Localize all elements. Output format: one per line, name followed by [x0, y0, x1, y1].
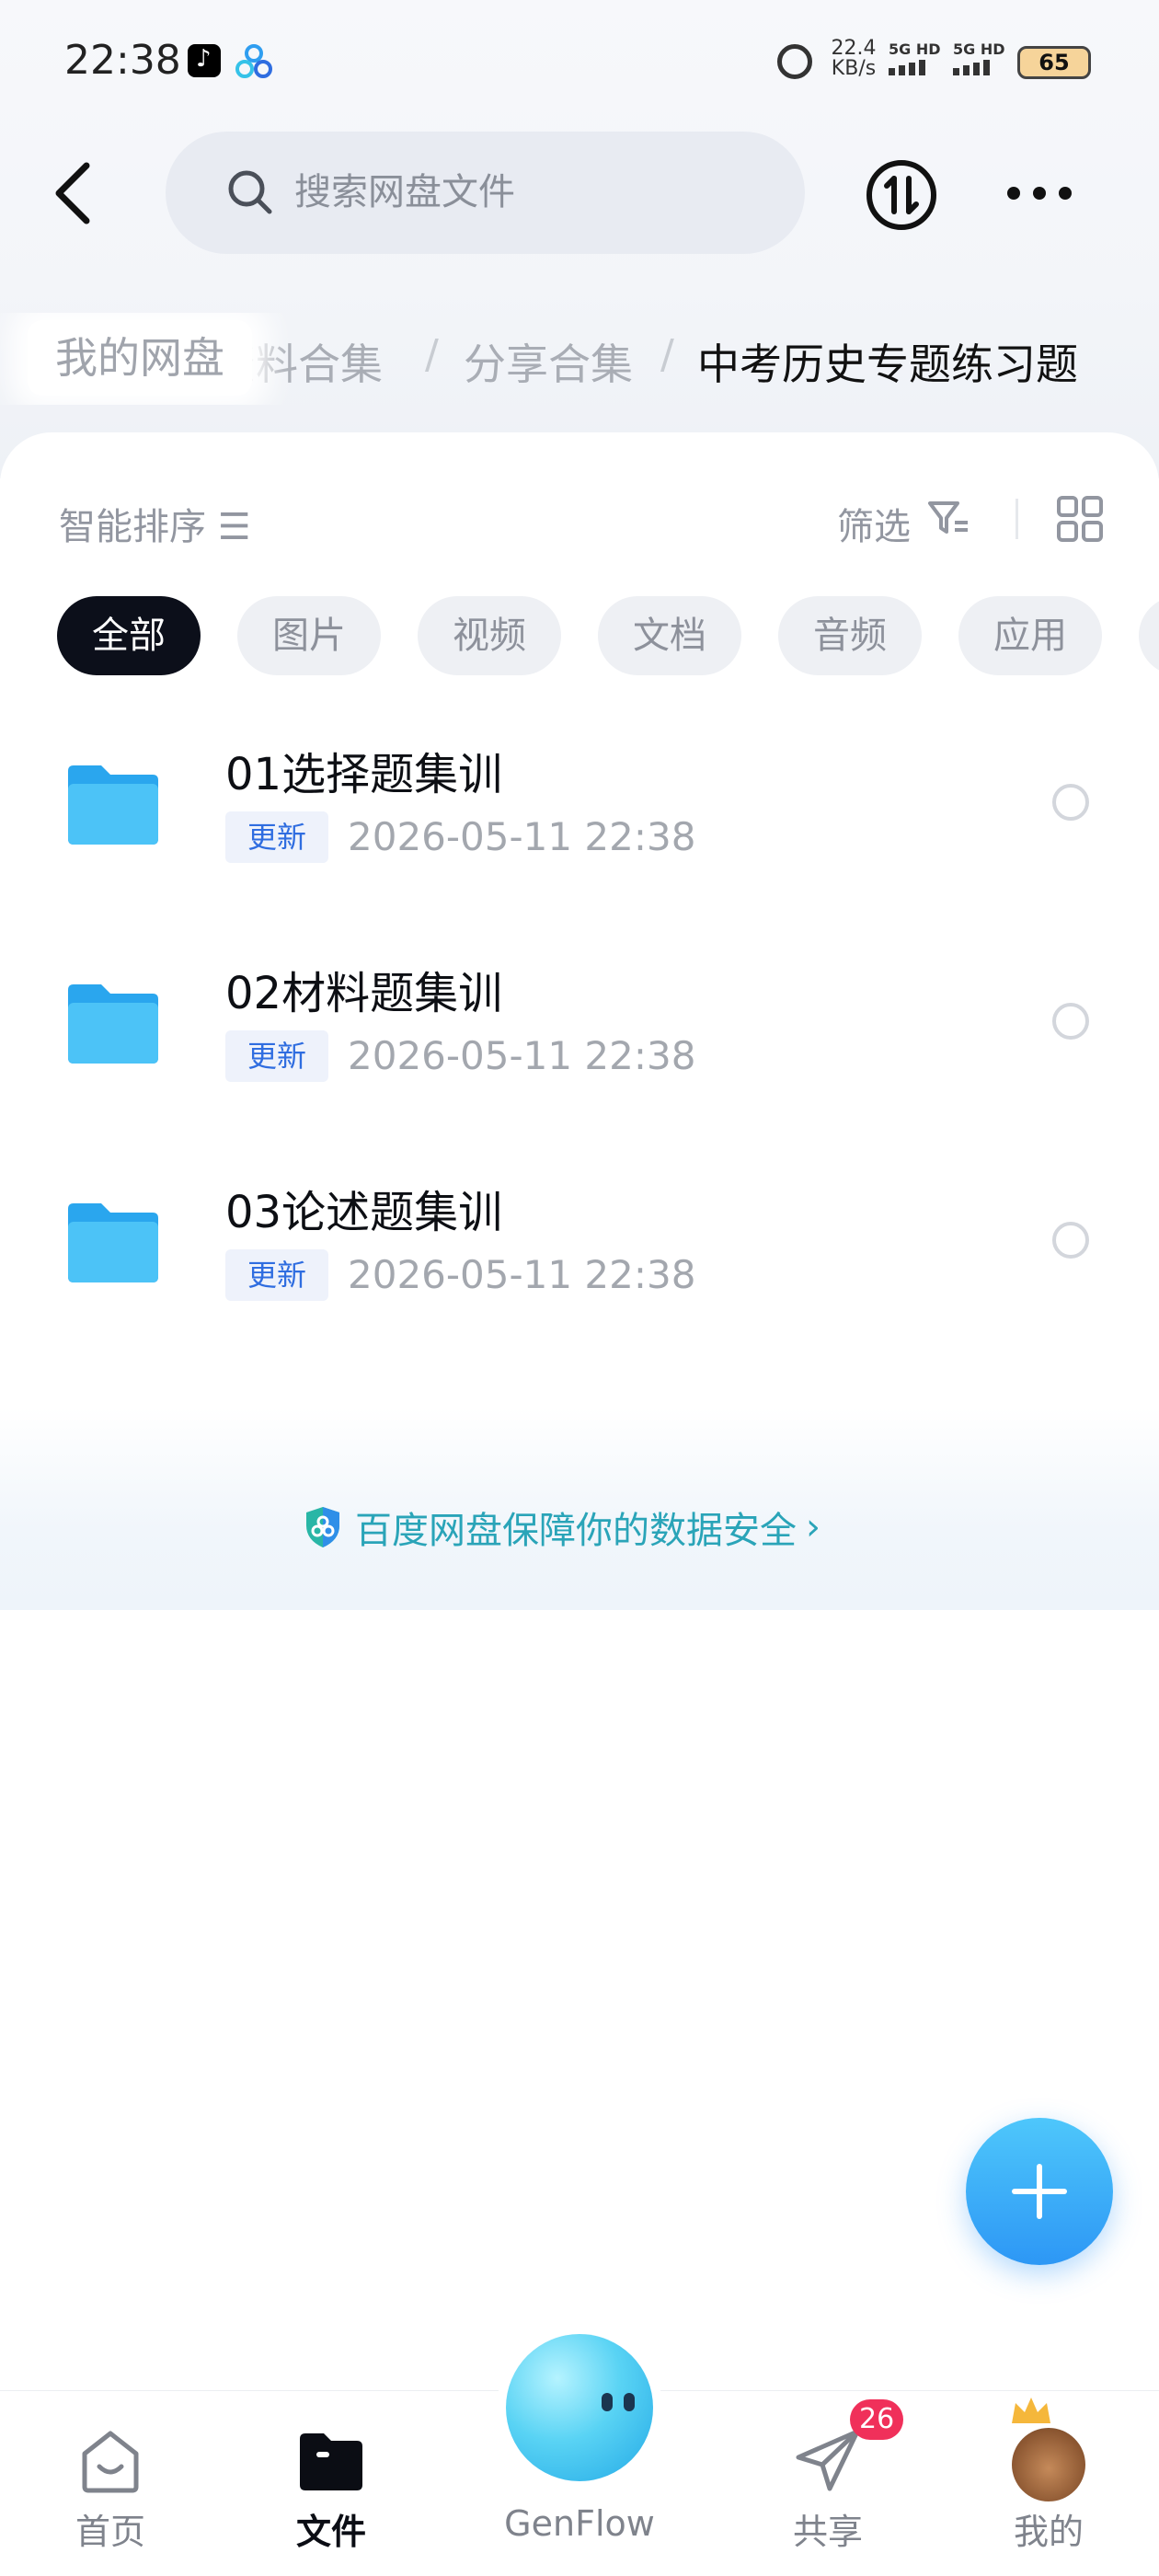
- file-row[interactable]: 01选择题集训 更新 2026-05-11 22:38: [0, 727, 1159, 911]
- nav-label: 我的: [1013, 2512, 1084, 2552]
- net-speed-unit: KB/s: [831, 57, 877, 80]
- search-box[interactable]: 搜索网盘文件: [166, 132, 805, 254]
- back-button[interactable]: [46, 156, 101, 230]
- grid-view-icon[interactable]: [1056, 495, 1104, 543]
- select-radio[interactable]: [1052, 784, 1089, 821]
- filter-chips: 全部 图片 视频 文档 音频 应用: [57, 596, 1159, 675]
- file-date: 2026-05-11 22:38: [348, 1252, 696, 1297]
- breadcrumb: 资料合集 / 分享合集 / 中考历史专题练习题 我的网盘: [0, 313, 1159, 405]
- nav-label: 首页: [75, 2512, 145, 2552]
- genflow-button[interactable]: [497, 2325, 662, 2490]
- file-date: 2026-05-11 22:38: [348, 814, 696, 859]
- net-speed-value: 22.4: [831, 37, 877, 60]
- chip-more[interactable]: [1139, 596, 1159, 675]
- filter-button[interactable]: 筛选: [837, 497, 911, 550]
- battery-indicator: 65: [1017, 46, 1091, 79]
- chevron-right-icon: ›: [806, 1506, 820, 1548]
- breadcrumb-current: 中考历史专题练习题: [697, 339, 1078, 389]
- breadcrumb-home[interactable]: 我的网盘: [28, 320, 252, 396]
- select-radio[interactable]: [1052, 1222, 1089, 1259]
- sim2-label: 5G HD: [953, 40, 1005, 58]
- net-speed: 22.4 KB/s: [826, 39, 881, 79]
- more-options-icon[interactable]: [1003, 175, 1076, 212]
- nav-files[interactable]: 文件: [239, 2391, 423, 2576]
- status-time: 22:38: [64, 37, 181, 84]
- file-date: 2026-05-11 22:38: [348, 1033, 696, 1078]
- file-row[interactable]: 03论述题集训 更新 2026-05-11 22:38: [0, 1165, 1159, 1349]
- chip-videos[interactable]: 视频: [418, 596, 561, 675]
- select-radio[interactable]: [1052, 1003, 1089, 1040]
- share-notification-badge: 26: [850, 2399, 904, 2440]
- status-bar: 22:38 22.4 KB/s 5G HD 5G HD 65: [0, 0, 1159, 120]
- security-banner: 百度网盘保障你的数据安全 ›: [0, 1408, 1159, 1610]
- folder-icon: [300, 2433, 362, 2490]
- paper-plane-icon: [796, 2429, 860, 2491]
- smart-sort-button[interactable]: 智能排序 ☰: [59, 497, 251, 550]
- tiktok-notification-icon: [188, 44, 221, 77]
- sim2-signal-icon: 5G HD: [953, 40, 1017, 81]
- add-button[interactable]: [966, 2118, 1113, 2265]
- update-badge: 更新: [225, 1249, 328, 1301]
- chip-apps[interactable]: 应用: [958, 596, 1102, 675]
- security-link[interactable]: 百度网盘保障你的数据安全 ›: [304, 1500, 820, 1555]
- chip-documents[interactable]: 文档: [598, 596, 741, 675]
- sim1-signal-icon: 5G HD: [889, 40, 953, 81]
- nav-label: 共享: [792, 2512, 863, 2552]
- search-input[interactable]: 搜索网盘文件: [294, 132, 515, 254]
- folder-icon: [68, 984, 158, 1064]
- chip-all[interactable]: 全部: [57, 596, 201, 675]
- bottom-nav: 首页 文件 GenFlow 共享 我的: [0, 2325, 1159, 2576]
- file-row[interactable]: 02材料题集训 更新 2026-05-11 22:38: [0, 946, 1159, 1130]
- file-name: 01选择题集训: [225, 749, 503, 800]
- search-icon: [228, 170, 272, 214]
- file-name: 03论述题集训: [225, 1187, 503, 1238]
- breadcrumb-item[interactable]: 分享合集: [464, 331, 633, 392]
- avatar: [1012, 2428, 1085, 2501]
- breadcrumb-separator: /: [660, 331, 674, 378]
- transfer-list-icon[interactable]: [865, 158, 938, 232]
- baidu-netdisk-notification-icon: [235, 44, 272, 78]
- filter-icon[interactable]: [927, 499, 971, 539]
- chip-images[interactable]: 图片: [237, 596, 381, 675]
- nav-label: GenFlow: [504, 2503, 655, 2544]
- folder-icon: [68, 765, 158, 845]
- home-icon: [82, 2431, 139, 2493]
- nav-home[interactable]: 首页: [18, 2391, 202, 2576]
- sim1-label: 5G HD: [889, 40, 941, 58]
- alarm-icon: [777, 44, 812, 79]
- breadcrumb-separator: /: [425, 331, 439, 378]
- nav-label: 文件: [295, 2512, 366, 2552]
- chip-audio[interactable]: 音频: [778, 596, 922, 675]
- shield-icon: [306, 1507, 339, 1547]
- security-text: 百度网盘保障你的数据安全: [355, 1510, 797, 1552]
- genflow-mascot-icon: [506, 2334, 653, 2481]
- update-badge: 更新: [225, 811, 328, 863]
- folder-icon: [68, 1203, 158, 1282]
- file-name: 02材料题集训: [225, 968, 503, 1019]
- crown-icon: [1012, 2398, 1050, 2423]
- update-badge: 更新: [225, 1030, 328, 1082]
- toolbar-divider: [1016, 499, 1018, 539]
